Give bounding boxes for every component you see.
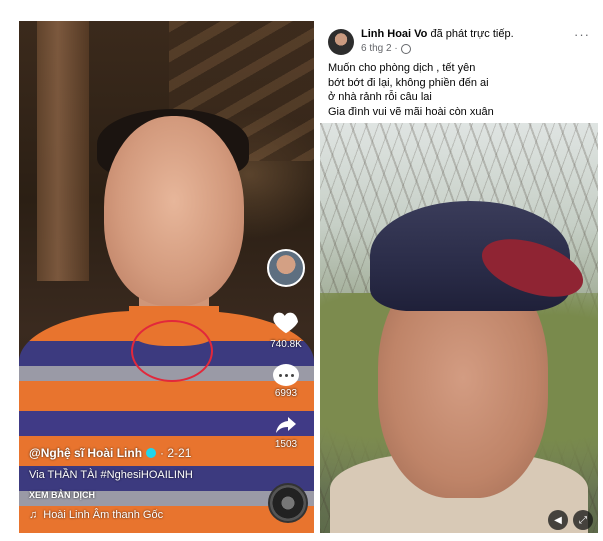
post-line: Gia đình vui vẽ mãi hoài còn xuân bbox=[328, 105, 494, 118]
highlight-circle bbox=[131, 320, 213, 382]
share-icon[interactable] bbox=[272, 413, 300, 437]
action-rail: 740.8K 6993 1503 bbox=[266, 249, 306, 464]
sound-name: Hoài Linh Âm thanh Gốc bbox=[43, 509, 164, 521]
music-disc[interactable] bbox=[268, 483, 308, 523]
post-action: đã phát trực tiếp. bbox=[427, 28, 514, 40]
volume-icon[interactable]: ◀ bbox=[548, 510, 568, 530]
globe-icon bbox=[400, 43, 411, 54]
author-name[interactable]: Linh Hoai Vo bbox=[361, 28, 427, 40]
live-video[interactable]: ◀ ⤢ bbox=[320, 123, 598, 533]
like-count: 740.8K bbox=[270, 339, 302, 350]
post-time[interactable]: 6 thg 2 · bbox=[361, 43, 398, 54]
post-text: Muốn cho phòng dịch , tết yên bớt bớt đi… bbox=[328, 61, 494, 119]
creator-avatar[interactable] bbox=[267, 249, 305, 287]
sound-row[interactable]: ♫ Hoài Linh Âm thanh Gốc bbox=[29, 509, 269, 521]
share-count: 1503 bbox=[274, 439, 298, 450]
username[interactable]: @Nghệ sĩ Hoài Linh bbox=[29, 446, 142, 460]
post-date: · 2-21 bbox=[160, 446, 192, 460]
post-meta: 6 thg 2 · bbox=[361, 43, 411, 54]
verified-icon bbox=[146, 448, 157, 458]
video-caption: @Nghệ sĩ Hoài Linh · 2-21 Via THẦN TÀI #… bbox=[29, 446, 269, 521]
tiktok-video-panel[interactable]: 740.8K 6993 1503 @Nghệ sĩ Hoài Linh · 2-… bbox=[19, 21, 314, 533]
post-header: Linh Hoai Vo đã phát trực tiếp. 6 thg 2 … bbox=[328, 25, 590, 55]
comment-count: 6993 bbox=[274, 388, 298, 399]
translate-link[interactable]: XEM BẢN DỊCH bbox=[29, 490, 269, 500]
post-line: ở nhà rảnh rỗi câu lai bbox=[328, 91, 432, 103]
post-line: bớt bớt đi lại, không phiền đến ai bbox=[328, 76, 489, 89]
post-title: Linh Hoai Vo đã phát trực tiếp. bbox=[361, 28, 514, 40]
username-row: @Nghệ sĩ Hoài Linh · 2-21 bbox=[29, 446, 269, 460]
wooden-pillar bbox=[37, 21, 89, 281]
avatar[interactable] bbox=[328, 29, 354, 55]
person-face bbox=[104, 116, 244, 306]
comment-icon[interactable] bbox=[273, 364, 299, 386]
post-line: Muốn cho phòng dịch , tết yên bbox=[328, 62, 476, 74]
video-description: Via THẦN TÀI #NghesiHOAILINH bbox=[29, 469, 193, 481]
facebook-post: Linh Hoai Vo đã phát trực tiếp. 6 thg 2 … bbox=[320, 21, 598, 533]
fullscreen-icon[interactable]: ⤢ bbox=[573, 510, 593, 530]
music-note-icon: ♫ bbox=[29, 509, 38, 521]
heart-icon[interactable] bbox=[271, 307, 301, 337]
more-options-button[interactable]: ··· bbox=[574, 27, 590, 42]
